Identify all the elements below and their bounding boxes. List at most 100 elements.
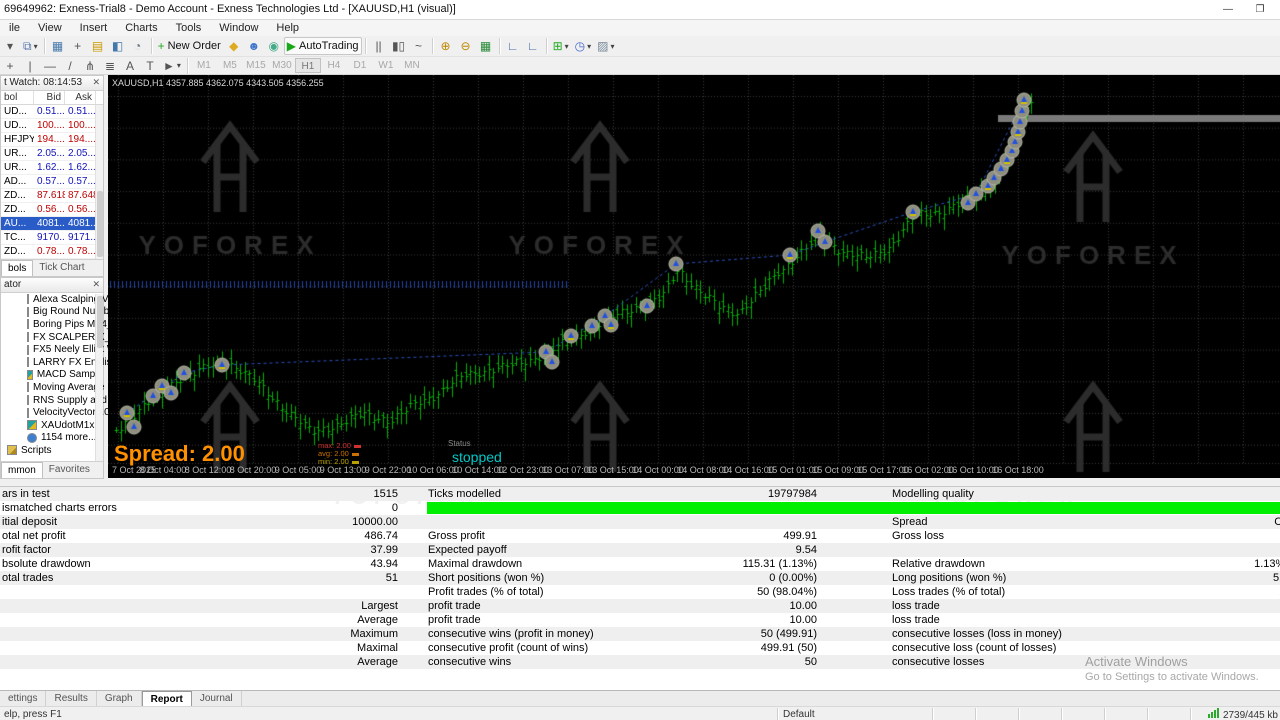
market-watch-row[interactable]: TC... 9170... 9171... [1, 231, 103, 245]
timeframe-button-m15[interactable]: M15 [243, 58, 269, 73]
menu-item-help[interactable]: Help [267, 20, 308, 36]
market-watch-scrollbar[interactable] [95, 105, 103, 259]
data-window-button[interactable]: ◧ [108, 37, 128, 55]
templates-button[interactable]: ▨ ▾ [594, 37, 617, 55]
menu-item-ile[interactable]: ile [0, 20, 29, 36]
market-watch-row[interactable]: AU... 4081....4081.... [1, 217, 103, 231]
navigator-item-larry-fx-english[interactable]: LARRY FX English [1, 356, 117, 369]
navigator-button[interactable]: ▤ [88, 37, 108, 55]
navigator-item-scripts[interactable]: Scripts [1, 444, 103, 457]
navigator-item-fx5-neely-elliot-w[interactable]: FX5 Neely Elliot W [1, 343, 116, 356]
toolbar-separator [43, 38, 45, 54]
save-profile-button[interactable]: ⧉ ▾ [20, 37, 41, 55]
close-icon[interactable]: ✕ [92, 279, 100, 290]
shapes-tool[interactable]: ► ▾ [160, 57, 184, 75]
report-label: ars in test [2, 488, 50, 500]
navigator-item-moving-average[interactable]: Moving Average [1, 381, 105, 394]
timeframe-button-h1[interactable]: H1 [294, 58, 321, 73]
timeframe-button-h4[interactable]: H4 [321, 58, 347, 73]
tester-tab-ettings[interactable]: ettings [0, 691, 47, 706]
close-icon[interactable]: ✕ [92, 77, 100, 88]
tile-windows-button[interactable]: ▦ [476, 37, 496, 55]
vertical-line-tool[interactable]: | [20, 57, 40, 75]
market-watch-row[interactable]: UD... 100.... 100.... [1, 119, 103, 133]
navigator-item-macd-sample[interactable]: MACD Sample [1, 369, 103, 382]
tester-tab-results[interactable]: Results [46, 691, 97, 706]
timeframe-button-m30[interactable]: M30 [269, 58, 295, 73]
fibonacci-tool[interactable]: ≣ [100, 57, 120, 75]
timeframe-button-m5[interactable]: M5 [217, 58, 243, 73]
zoom-in-button[interactable]: ⊕ [436, 37, 456, 55]
ask-column-header[interactable]: Ask [65, 91, 96, 104]
profile-status-cell[interactable]: Default [779, 708, 933, 720]
profiles-caret-icon[interactable]: ▾ [0, 37, 20, 55]
timeframe-button-d1[interactable]: D1 [347, 58, 373, 73]
tab-bols[interactable]: bols [1, 260, 34, 276]
navigator-scrollbar[interactable] [95, 294, 103, 462]
market-watch-button[interactable]: ▦ [48, 37, 68, 55]
report-value: 1 ( [1100, 585, 1280, 599]
navigator-item-velocityvector2-0[interactable]: VelocityVector2.0 [1, 406, 110, 419]
text-tool[interactable]: A [120, 57, 140, 75]
timeframe-button-m1[interactable]: M1 [191, 58, 217, 73]
tester-tab-report[interactable]: Report [141, 691, 192, 706]
navigator-item-fx-scalper-x-2-0[interactable]: FX SCALPER X_2.0 [1, 331, 124, 344]
minimize-button[interactable]: — [1216, 2, 1240, 18]
menu-item-charts[interactable]: Charts [116, 20, 166, 36]
bar-chart-button[interactable]: || [369, 37, 389, 55]
channel-tool[interactable]: ⋔ [80, 57, 100, 75]
symbol-column-header[interactable]: bol [1, 91, 34, 104]
x-axis-label: 14 Oct 00:00 [632, 465, 684, 475]
market-watch-row[interactable]: ZD... 0.78... 0.78... [1, 245, 103, 259]
trendline-tool[interactable]: / [60, 57, 80, 75]
menu-item-tools[interactable]: Tools [167, 20, 211, 36]
navigator-item-alexa-scalping-v3[interactable]: Alexa Scalping V3 [1, 293, 114, 306]
candlestick-button[interactable]: ▮▯ [389, 37, 409, 55]
news-button[interactable]: ◉ [264, 37, 284, 55]
report-label: ismatched charts errors [2, 502, 117, 514]
arrange-indicators-button[interactable]: ∟ [503, 37, 523, 55]
cursor-crosshair-tool[interactable]: + [0, 57, 20, 75]
timeframe-button-w1[interactable]: W1 [373, 58, 399, 73]
new-order-button[interactable]: + New Order [155, 37, 224, 55]
tab-favorites[interactable]: Favorites [43, 462, 96, 478]
navigator-item-more-label: 1154 more... [41, 432, 97, 444]
navigator-item-xaudotm1xll[interactable]: XAUdotM1xll [1, 419, 103, 432]
label-tool[interactable]: T [140, 57, 160, 75]
menu-item-insert[interactable]: Insert [71, 20, 117, 36]
ask-cell: 100.... [68, 120, 96, 131]
strategy-tester-button[interactable]: ◔ [128, 37, 148, 55]
tester-tab-journal[interactable]: Journal [192, 691, 242, 706]
navigator-item-big-round-numb[interactable]: Big Round Numb [1, 306, 109, 319]
tab-tick-chart[interactable]: Tick Chart [33, 260, 90, 276]
metaeditor-button[interactable]: ◆ [224, 37, 244, 55]
report-row: bsolute drawdown 43.94 Maximal drawdown 115… [0, 557, 1280, 571]
market-watch-row[interactable]: UR... 2.05... 2.05... [1, 147, 103, 161]
periods-button[interactable]: ◷ ▾ [572, 37, 595, 55]
market-watch-row[interactable]: ZD... 87.618 87.648 [1, 189, 103, 203]
crosshair-button[interactable]: + [68, 37, 88, 55]
market-watch-row[interactable]: HFJPY 194.... 194.... [1, 133, 103, 147]
price-chart-canvas[interactable] [108, 75, 1280, 478]
arrange-periods-button[interactable]: ∟ [523, 37, 543, 55]
bid-column-header[interactable]: Bid [34, 91, 65, 104]
tester-tab-graph[interactable]: Graph [97, 691, 142, 706]
maximize-button[interactable]: ❐ [1248, 2, 1272, 18]
experts-button[interactable]: ☻ [244, 37, 264, 55]
tab-mmon[interactable]: mmon [1, 462, 43, 478]
zoom-out-button[interactable]: ⊖ [456, 37, 476, 55]
market-watch-row[interactable]: UD... 0.51... 0.51... [1, 105, 103, 119]
autotrading-button[interactable]: ▶ AutoTrading [283, 37, 362, 55]
navigator-item-rns-supply-and-d[interactable]: RNS Supply and D [1, 394, 117, 407]
timeframe-button-mn[interactable]: MN [399, 58, 425, 73]
menu-item-window[interactable]: Window [210, 20, 267, 36]
navigator-item-boring-pips-mt4-[interactable]: Boring Pips MT4_ [1, 318, 112, 331]
horizontal-line-tool[interactable]: — [40, 57, 60, 75]
market-watch-row[interactable]: ZD... 0.56... 0.56... [1, 203, 103, 217]
line-chart-button[interactable]: ~ [409, 37, 429, 55]
navigator-item-more[interactable]: 1154 more... [1, 432, 103, 445]
add-indicator-button[interactable]: ⊞ ▾ [550, 37, 572, 55]
market-watch-row[interactable]: UR... 1.62... 1.62... [1, 161, 103, 175]
market-watch-row[interactable]: AD... 0.57... 0.57... [1, 175, 103, 189]
menu-item-view[interactable]: View [29, 20, 71, 36]
